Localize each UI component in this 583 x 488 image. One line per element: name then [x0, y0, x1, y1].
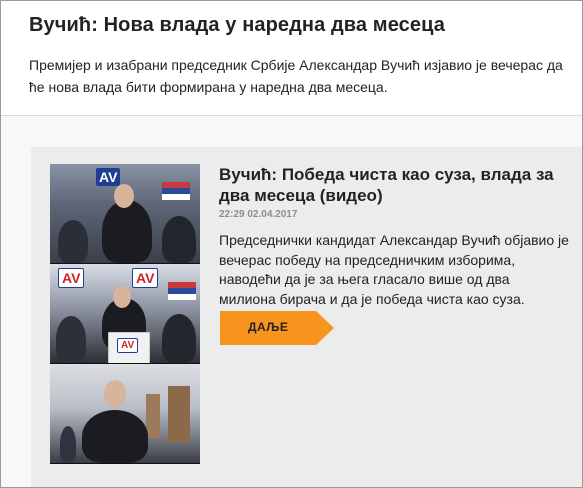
article-title-link[interactable]: Вучић: Победа чиста као суза, влада за д…	[219, 164, 571, 206]
flag-image	[168, 282, 196, 300]
person-figure	[56, 316, 86, 363]
door-image	[168, 386, 190, 442]
av-logo: AV	[117, 338, 139, 353]
lead-paragraph: Премијер и изабрани председник Србије Ал…	[29, 57, 563, 95]
related-section: AV AV AV AV Вучић: Победа чиста као суза…	[1, 116, 582, 487]
person-figure	[162, 216, 196, 263]
person-face	[114, 184, 134, 208]
article-photo-collage[interactable]: AV AV AV AV	[50, 164, 200, 464]
page-frame: Вучић: Нова влада у наредна два месеца П…	[0, 0, 583, 488]
person-figure	[58, 220, 88, 263]
article-timestamp: 22:29 02.04.2017	[219, 209, 298, 220]
article-card: AV AV AV AV Вучић: Победа чиста као суза…	[31, 147, 582, 487]
photo-celebration: AV	[50, 164, 200, 263]
person-figure	[162, 314, 196, 363]
photo-hallway	[50, 364, 200, 463]
person-face	[104, 380, 126, 408]
photo-podium: AV AV AV	[50, 264, 200, 363]
door-image	[146, 394, 160, 438]
person-figure	[102, 200, 152, 263]
av-logo: AV	[96, 168, 121, 186]
flag-image	[162, 182, 190, 200]
person-face	[113, 286, 131, 308]
person-figure	[82, 410, 148, 463]
av-logo: AV	[132, 268, 159, 288]
page-header: Вучић: Нова влада у наредна два месеца П…	[1, 1, 582, 116]
person-figure	[60, 426, 76, 463]
more-button-label: ДАЉЕ	[248, 320, 289, 334]
av-logo: AV	[58, 268, 85, 288]
article-summary: Председнички кандидат Александар Вучић о…	[219, 232, 569, 307]
more-button[interactable]: ДАЉЕ	[220, 311, 334, 345]
page-title: Вучић: Нова влада у наредна два месеца	[29, 14, 445, 36]
podium: AV	[108, 332, 150, 363]
